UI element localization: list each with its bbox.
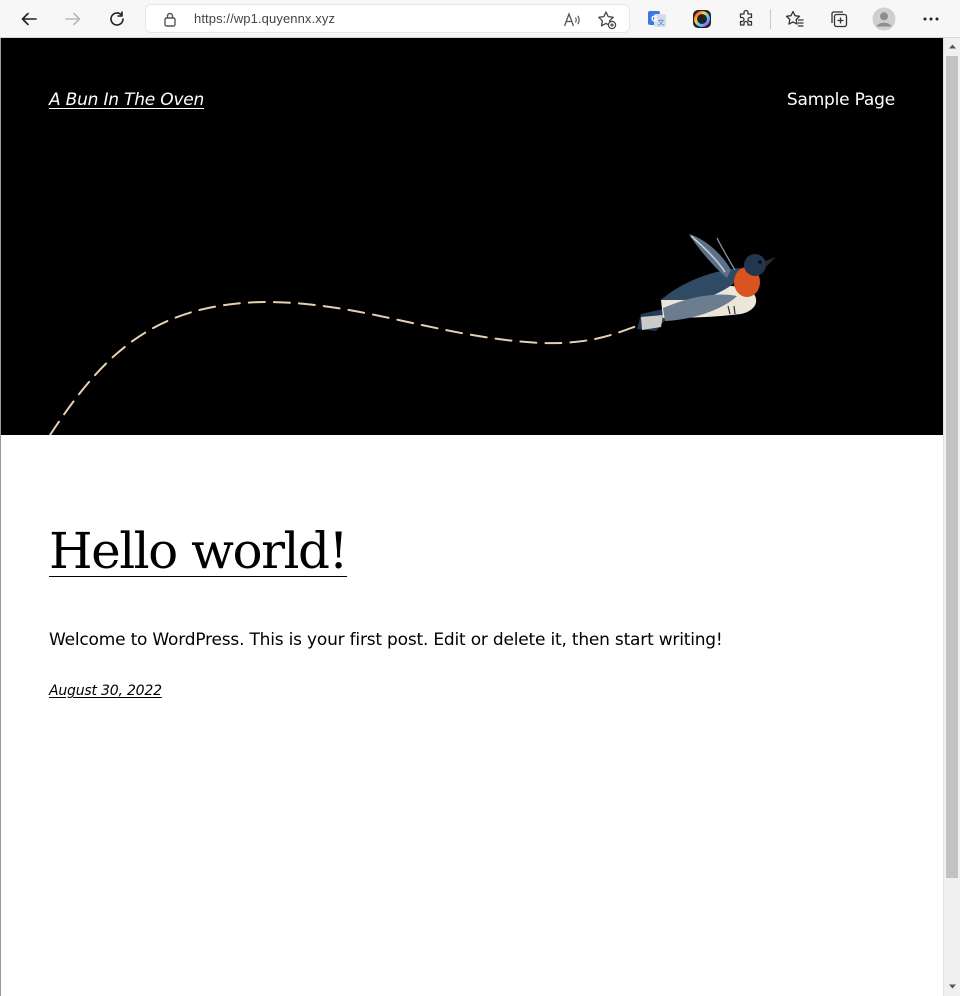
site-header: A Bun In The Oven Sample Page — [1, 38, 943, 435]
toolbar-divider — [770, 9, 771, 29]
back-arrow-icon[interactable] — [14, 4, 44, 34]
dashed-flight-path — [49, 300, 642, 435]
refresh-icon[interactable] — [102, 4, 132, 34]
address-bar[interactable]: https://wp1.quyennx.xyz — [145, 4, 630, 33]
header-illustration — [49, 234, 776, 435]
post-excerpt: Welcome to WordPress. This is your first… — [49, 630, 723, 650]
page-viewport: A Bun In The Oven Sample Page Hello worl… — [0, 38, 943, 996]
lock-icon[interactable] — [163, 11, 177, 31]
address-url[interactable]: https://wp1.quyennx.xyz — [194, 11, 335, 26]
read-aloud-icon[interactable] — [561, 9, 583, 31]
color-extension-icon[interactable] — [687, 4, 717, 34]
profile-avatar-icon[interactable] — [869, 4, 899, 34]
translate-extension-icon[interactable]: G文 — [642, 4, 672, 34]
scrollbar-thumb[interactable] — [946, 56, 958, 878]
scroll-up-icon[interactable] — [948, 42, 957, 51]
browser-toolbar: https://wp1.quyennx.xyz G文 — [0, 0, 960, 38]
post-title-link[interactable]: Hello world! — [49, 521, 349, 581]
scroll-down-icon[interactable] — [948, 982, 957, 991]
extensions-icon[interactable] — [731, 4, 761, 34]
bird-icon — [637, 234, 776, 331]
forward-arrow-icon[interactable] — [58, 4, 88, 34]
collections-icon[interactable] — [824, 4, 854, 34]
favorites-icon[interactable] — [780, 4, 810, 34]
post-date-link[interactable]: August 30, 2022 — [49, 683, 162, 699]
add-favorite-icon[interactable] — [596, 9, 618, 31]
svg-text:文: 文 — [658, 18, 665, 27]
vertical-scrollbar[interactable] — [943, 38, 960, 996]
more-options-icon[interactable] — [916, 4, 946, 34]
